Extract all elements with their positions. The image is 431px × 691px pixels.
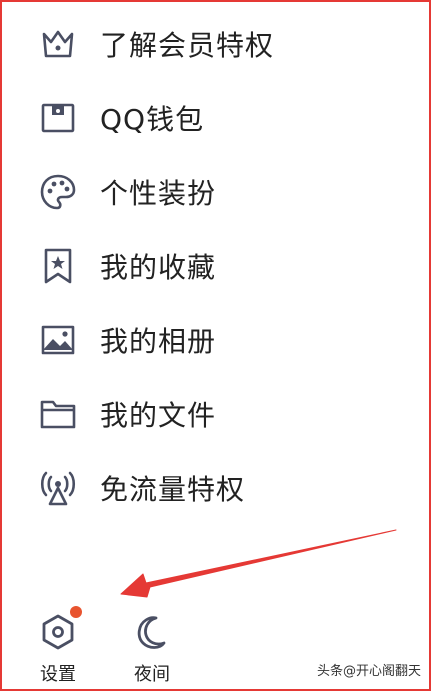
folder-icon [38, 394, 78, 434]
menu-item-label: 个性装扮 [100, 177, 217, 210]
menu-item-vip-privileges[interactable]: 了解会员特权 [2, 12, 429, 76]
menu-item-files[interactable]: 我的文件 [2, 382, 429, 446]
signal-tower-icon [38, 468, 78, 508]
moon-icon [130, 610, 174, 654]
menu-item-label: QQ钱包 [100, 103, 205, 136]
menu-item-album[interactable]: 我的相册 [2, 308, 429, 372]
crown-icon [38, 24, 78, 64]
palette-icon [38, 172, 78, 212]
settings-button[interactable]: 设置 [36, 606, 82, 686]
settings-icon [36, 606, 82, 654]
wallet-icon [38, 98, 78, 138]
menu-item-qq-wallet[interactable]: QQ钱包 [2, 86, 429, 150]
menu-item-label: 免流量特权 [100, 473, 246, 506]
menu-item-label: 我的文件 [100, 399, 217, 432]
menu-item-personalize[interactable]: 个性装扮 [2, 160, 429, 224]
bookmark-star-icon [38, 246, 78, 286]
menu-item-free-data[interactable]: 免流量特权 [2, 456, 429, 520]
settings-label: 设置 [40, 664, 76, 685]
night-mode-button[interactable]: 夜间 [130, 610, 174, 686]
night-mode-label: 夜间 [134, 664, 170, 685]
menu-item-label: 了解会员特权 [100, 29, 275, 62]
menu-item-label: 我的相册 [100, 325, 217, 358]
menu-item-label: 我的收藏 [100, 251, 217, 284]
watermark: 头条@开心阁翻天 [316, 664, 421, 679]
screenshot-frame: 了解会员特权 QQ钱包 个性装扮 我的收藏 我的相册 我的文件 免流量特权 设置… [0, 0, 431, 691]
notification-badge [70, 606, 82, 618]
image-icon [38, 320, 78, 360]
menu-item-favorites[interactable]: 我的收藏 [2, 234, 429, 298]
